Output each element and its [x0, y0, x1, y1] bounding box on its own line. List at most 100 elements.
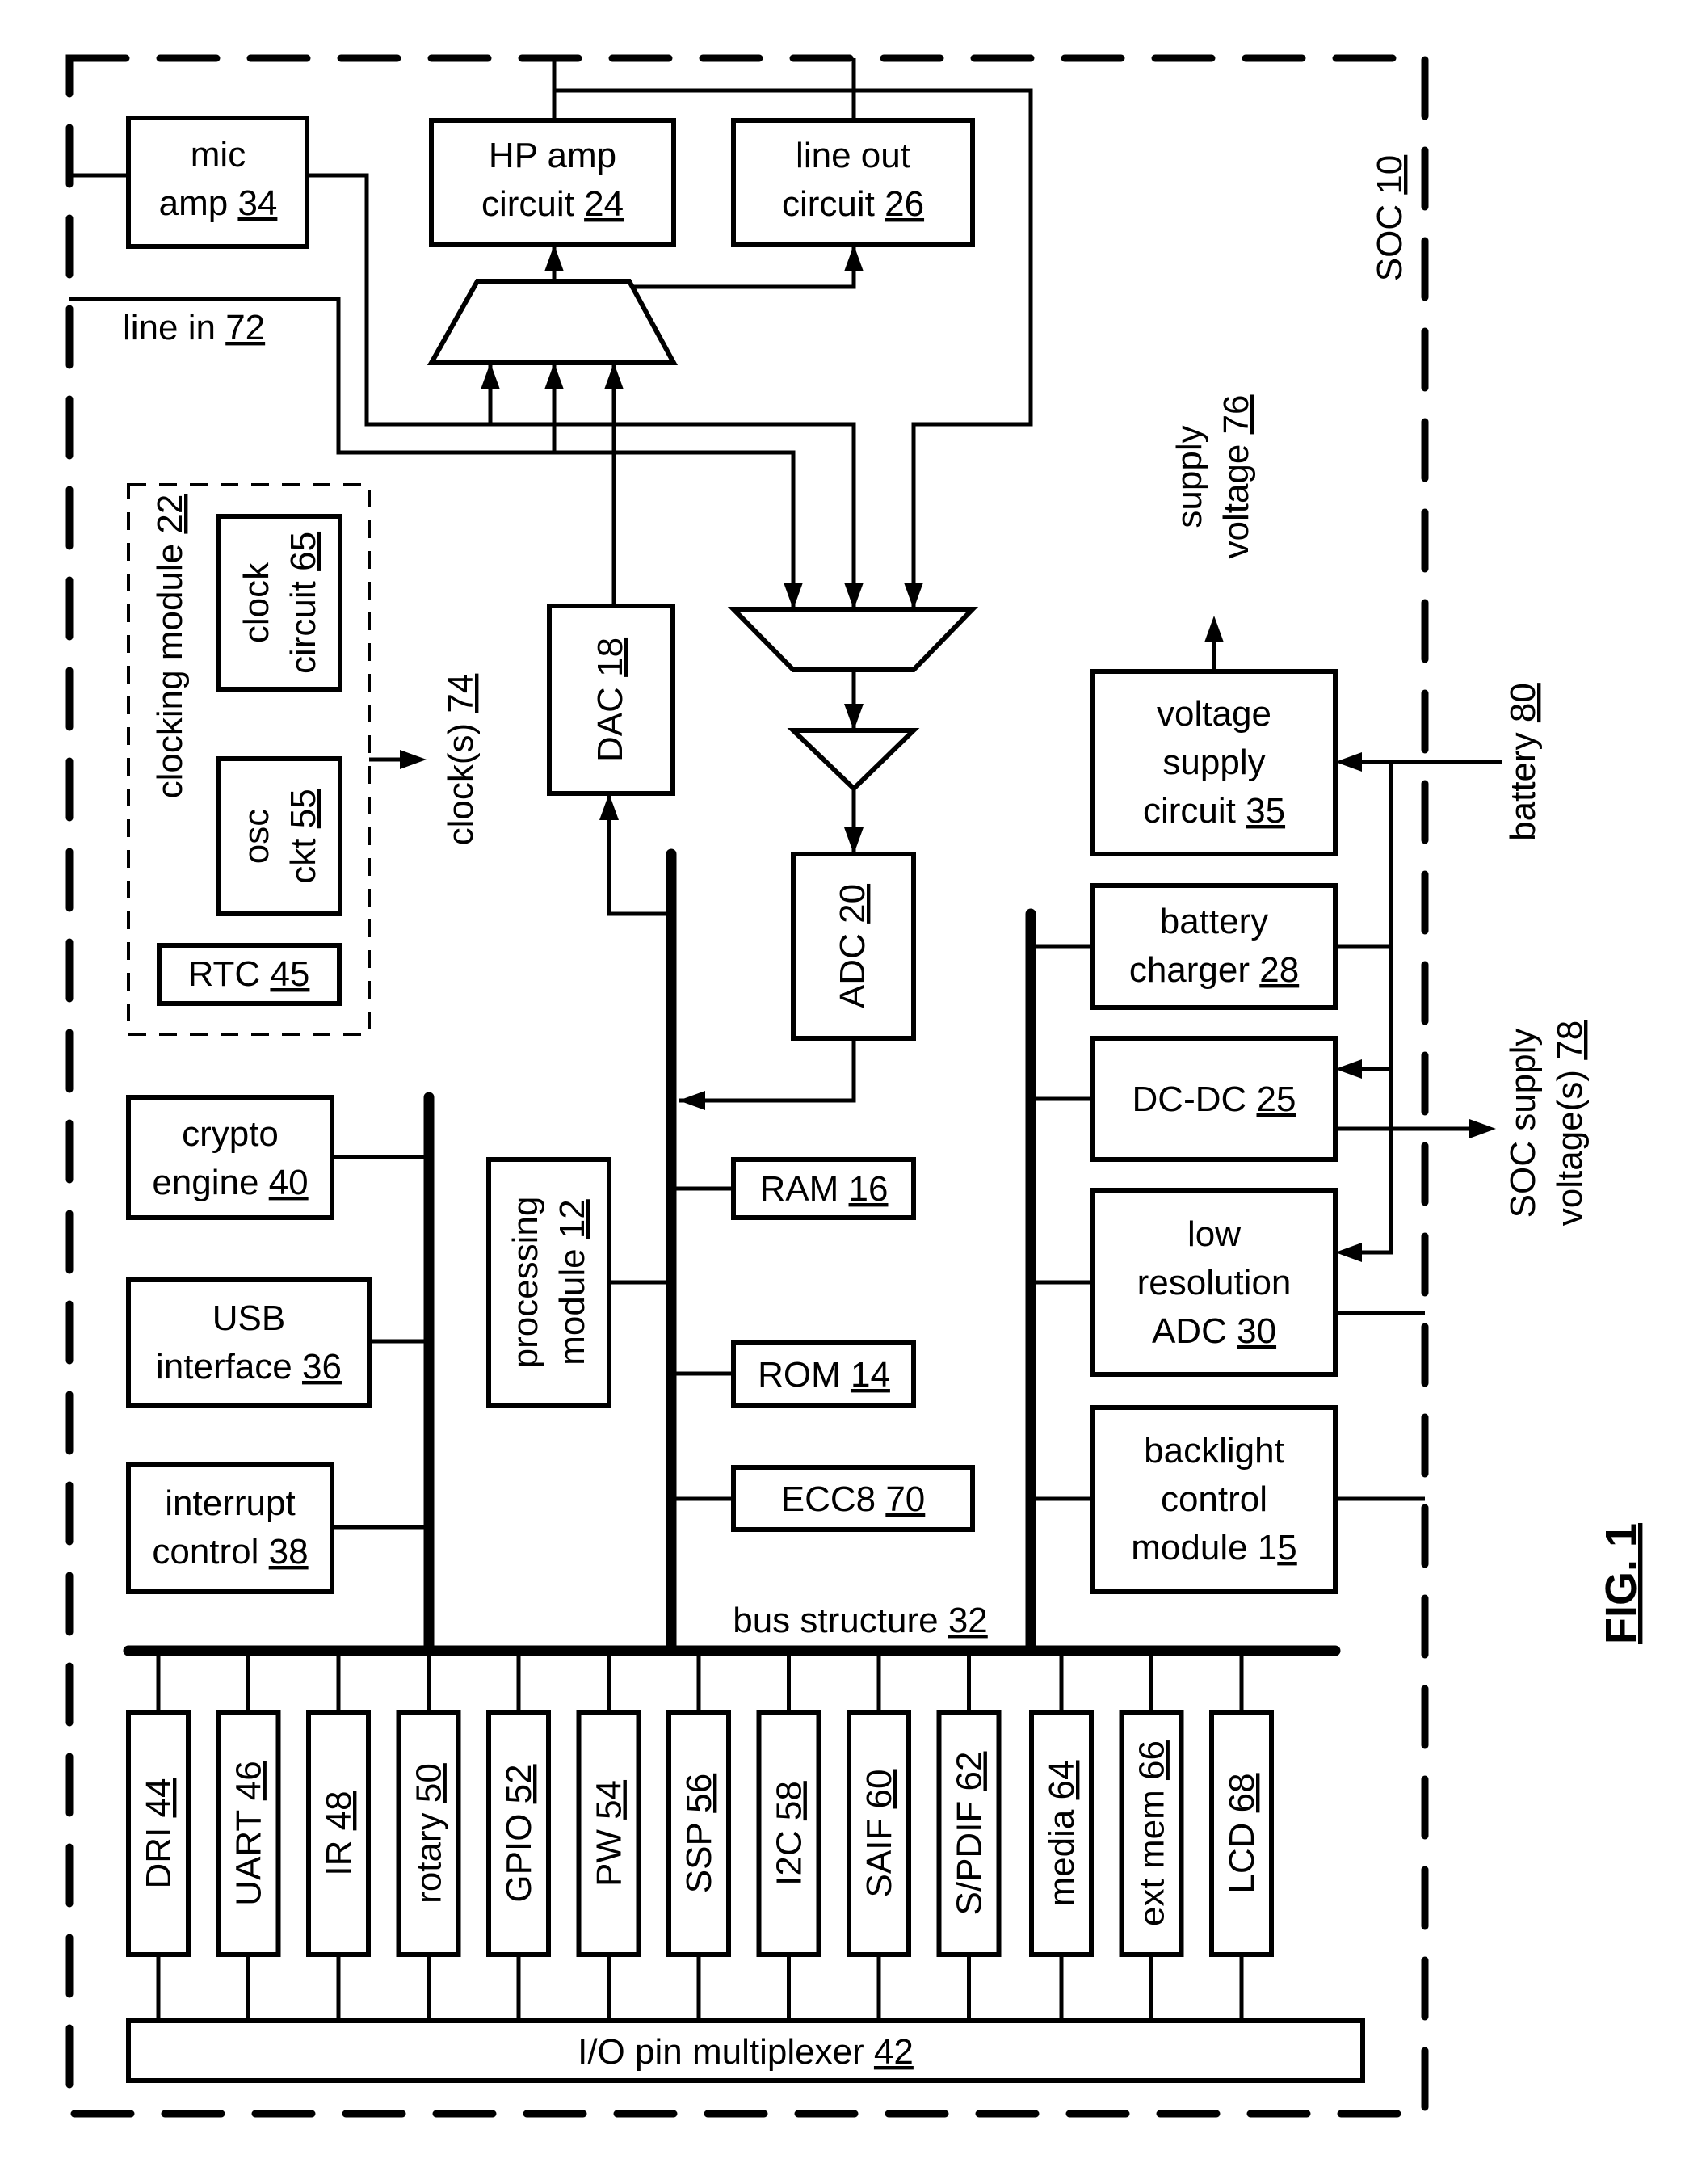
svg-text:interrupt: interrupt [165, 1483, 295, 1523]
backlight-block: backlight control module 15 [1090, 1405, 1338, 1594]
svg-text:DC-DC 25: DC-DC 25 [1132, 1079, 1296, 1119]
svg-text:clock: clock [237, 562, 276, 643]
svg-text:RTC 45: RTC 45 [188, 954, 310, 994]
line-out-block: line out circuit 26 [731, 118, 975, 247]
svg-text:interface 36: interface 36 [156, 1347, 342, 1387]
bus-structure-label: bus structure 32 [733, 1601, 988, 1640]
svg-text:ADC 20: ADC 20 [833, 884, 872, 1008]
svg-text:backlight: backlight [1144, 1431, 1284, 1471]
svg-text:voltage 76: voltage 76 [1216, 394, 1256, 558]
svg-text:ECC8 70: ECC8 70 [781, 1479, 926, 1519]
supply-voltage-label: supply voltage 76 [1170, 394, 1256, 558]
soc-block-diagram: SOC 10 mic amp 34 HP amp circuit 24 line… [65, 54, 1645, 2118]
svg-text:ckt 55: ckt 55 [284, 789, 323, 883]
svg-text:amp 34: amp 34 [159, 183, 278, 223]
svg-text:processing: processing [506, 1197, 545, 1369]
svg-text:supply: supply [1170, 425, 1209, 528]
svg-text:osc: osc [237, 809, 276, 864]
pin-block-media: media 64 [1029, 1651, 1094, 2021]
usb-interface-block: USB interface 36 [126, 1277, 372, 1408]
pin-label: IR 48 [319, 1791, 359, 1875]
svg-text:control: control [1161, 1479, 1267, 1519]
pin-block-saif: SAIF 60 [847, 1651, 911, 2021]
pin-block-ext-mem: ext mem 66 [1119, 1651, 1184, 2021]
ram-block: RAM 16 [731, 1157, 916, 1220]
svg-text:USB: USB [212, 1298, 285, 1338]
svg-text:circuit 24: circuit 24 [481, 184, 624, 224]
svg-text:circuit 35: circuit 35 [1143, 791, 1285, 831]
svg-text:SOC supply: SOC supply [1503, 1029, 1543, 1218]
ecc8-block: ECC8 70 [731, 1465, 975, 1532]
svg-text:resolution: resolution [1137, 1263, 1292, 1302]
interrupt-control-block: interrupt control 38 [126, 1462, 334, 1594]
svg-text:I/O pin multiplexer 42: I/O pin multiplexer 42 [578, 2032, 914, 2072]
processing-module-block: processing module 12 [486, 1157, 611, 1408]
figure-label: FIG. 1 [1597, 1523, 1645, 1644]
dac-block: DAC 18 [547, 604, 675, 796]
pin-block-rotary: rotary 50 [396, 1651, 461, 2021]
pin-label: GPIO 52 [499, 1764, 539, 1902]
svg-text:voltage(s) 78: voltage(s) 78 [1550, 1020, 1590, 1226]
input-amplifier [787, 728, 920, 793]
voltage-supply-block: voltage supply circuit 35 [1090, 669, 1338, 856]
io-pin-multiplexer-block: I/O pin multiplexer 42 [126, 2018, 1365, 2083]
svg-text:circuit 26: circuit 26 [782, 184, 924, 224]
battery-label: battery 80 [1503, 683, 1543, 841]
pin-block-ssp: SSP 56 [666, 1651, 731, 2021]
pin-block-ir: IR 48 [306, 1651, 371, 2021]
pin-block-i2c: I2C 58 [756, 1651, 821, 2021]
soc-supply-label: SOC supply voltage(s) 78 [1503, 1020, 1590, 1226]
crypto-engine-block: crypto engine 40 [126, 1095, 334, 1220]
clocking-module: clocking module 22 clock circuit 65 osc … [127, 483, 371, 1036]
pin-block-uart: UART 46 [216, 1651, 281, 2021]
output-mux [427, 279, 679, 365]
pin-label: SAIF 60 [859, 1770, 899, 1898]
svg-text:circuit 65: circuit 65 [284, 532, 323, 674]
pin-label: S/PDIF 62 [950, 1752, 990, 1916]
svg-text:clocking module 22: clocking module 22 [150, 494, 190, 799]
svg-text:low: low [1187, 1214, 1241, 1254]
svg-text:ADC 30: ADC 30 [1152, 1311, 1276, 1351]
pin-block-lcd: LCD 68 [1209, 1651, 1274, 2021]
soc-label: SOC 10 [1370, 155, 1410, 282]
pin-label: DRI 44 [139, 1778, 179, 1889]
battery-charger-block: battery charger 28 [1090, 883, 1338, 1010]
line-in-label: line in 72 [123, 308, 265, 347]
svg-text:RAM 16: RAM 16 [760, 1169, 889, 1209]
pin-block-s-pdif: S/PDIF 62 [936, 1651, 1002, 2021]
low-res-adc-block: low resolution ADC 30 [1090, 1188, 1338, 1377]
svg-text:charger 28: charger 28 [1129, 950, 1299, 990]
pin-label: PW 54 [590, 1780, 629, 1887]
mic-amp-block: mic amp 34 [126, 116, 309, 249]
dc-dc-block: DC-DC 25 [1090, 1036, 1338, 1162]
clocks-label: clock(s) 74 [441, 674, 481, 846]
svg-text:module 12: module 12 [553, 1199, 592, 1366]
svg-text:control 38: control 38 [152, 1532, 308, 1572]
pin-label: media 64 [1042, 1760, 1082, 1906]
svg-text:ROM 14: ROM 14 [758, 1355, 890, 1395]
svg-text:battery: battery [1160, 902, 1269, 941]
pin-label: rotary 50 [410, 1763, 449, 1904]
svg-text:mic: mic [191, 135, 246, 175]
svg-text:supply: supply [1162, 743, 1265, 782]
pin-label: SSP 56 [679, 1774, 719, 1893]
svg-text:crypto: crypto [182, 1114, 279, 1154]
pin-label: UART 46 [229, 1761, 269, 1905]
svg-text:module 15: module 15 [1131, 1528, 1297, 1568]
pin-label: I2C 58 [770, 1781, 809, 1886]
svg-text:DAC 18: DAC 18 [590, 638, 630, 762]
pin-label: LCD 68 [1222, 1773, 1262, 1893]
pin-block-dri: DRI 44 [126, 1651, 191, 2021]
right-bus-stubs [1031, 944, 1093, 1501]
svg-text:HP amp: HP amp [489, 136, 616, 175]
svg-text:voltage: voltage [1157, 694, 1271, 734]
adc-block: ADC 20 [791, 852, 916, 1041]
pin-block-gpio: GPIO 52 [486, 1651, 551, 2021]
pin-label: ext mem 66 [1132, 1740, 1172, 1926]
rom-block: ROM 14 [731, 1340, 916, 1408]
pin-block-pw: PW 54 [576, 1651, 641, 2021]
pin-interfaces: DRI 44 UART 46 IR 48 rotary 50 GPIO 52 PW 54 S… [126, 1651, 1274, 2021]
hp-amp-block: HP amp circuit 24 [429, 118, 676, 247]
svg-text:line out: line out [796, 136, 910, 175]
svg-text:engine 40: engine 40 [152, 1163, 308, 1202]
